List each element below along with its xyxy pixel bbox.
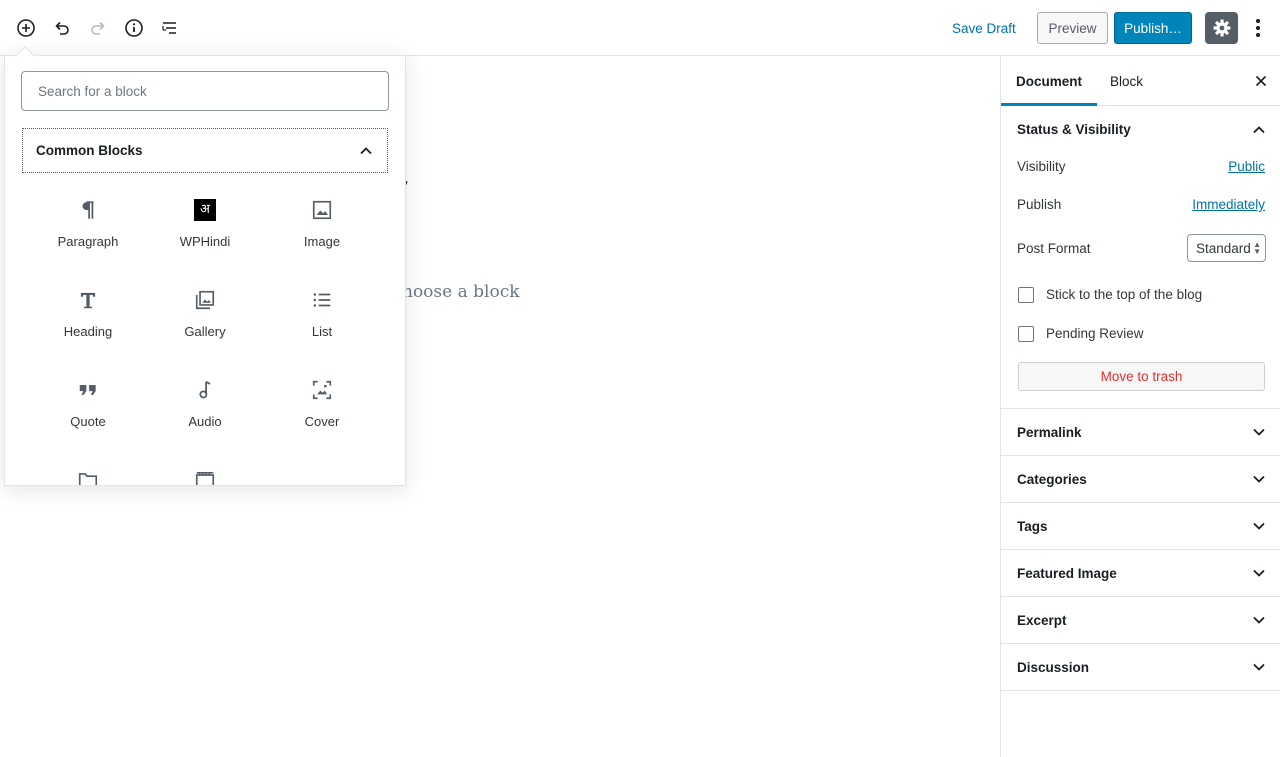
settings-button[interactable]: [1205, 12, 1238, 44]
block-navigation-icon[interactable]: [156, 14, 184, 42]
visibility-link[interactable]: Public: [1228, 159, 1265, 174]
image-icon: [267, 197, 377, 223]
tags-panel[interactable]: Tags: [1001, 503, 1280, 550]
gallery-icon: [150, 287, 260, 313]
block-cover[interactable]: Cover: [267, 371, 377, 447]
discussion-panel[interactable]: Discussion: [1001, 644, 1280, 691]
tags-title[interactable]: Tags: [1017, 519, 1048, 534]
undo-icon[interactable]: [48, 14, 76, 42]
visibility-label: Visibility: [1017, 159, 1066, 174]
cover-icon: [267, 377, 377, 403]
wphindi-glyph: अ: [194, 199, 216, 221]
video-icon: [150, 467, 260, 485]
block-label: Quote: [70, 414, 106, 429]
block-label: WPHindi: [179, 234, 231, 249]
chevron-up-icon: [360, 146, 372, 154]
block-audio[interactable]: Audio: [150, 371, 260, 447]
common-blocks-title: Common Blocks: [36, 143, 143, 158]
tab-block[interactable]: Block: [1095, 56, 1158, 106]
status-visibility-title[interactable]: Status & Visibility: [1017, 122, 1131, 137]
editor-header-toolbar: Save Draft Preview Publish…: [0, 0, 1280, 56]
redo-icon[interactable]: [84, 14, 112, 42]
featured-image-panel[interactable]: Featured Image: [1001, 550, 1280, 597]
block-quote[interactable]: Quote: [33, 371, 143, 447]
block-heading[interactable]: Heading: [33, 281, 143, 357]
chevron-down-icon[interactable]: [1251, 471, 1267, 487]
block-video[interactable]: [150, 461, 260, 485]
block-list[interactable]: List: [267, 281, 377, 357]
quote-icon: [33, 377, 143, 403]
preview-button[interactable]: Preview: [1037, 12, 1108, 44]
select-arrows-icon: ▲ ▼: [1253, 240, 1261, 256]
block-label: Image: [303, 234, 341, 249]
settings-sidebar: Document Block Status & Visibility Visib…: [1000, 56, 1280, 757]
block-file[interactable]: [33, 461, 143, 485]
post-format-value: Standard: [1196, 240, 1251, 256]
chevron-down-icon[interactable]: [1251, 565, 1267, 581]
excerpt-title[interactable]: Excerpt: [1017, 613, 1067, 628]
publish-button[interactable]: Publish…: [1114, 12, 1192, 44]
publish-date-link[interactable]: Immediately: [1192, 197, 1265, 212]
block-label: Audio: [188, 414, 222, 429]
publish-label: Publish: [1017, 197, 1062, 212]
block-paragraph[interactable]: Paragraph: [33, 191, 143, 267]
save-draft-button[interactable]: Save Draft: [944, 12, 1024, 44]
block-label: Gallery: [184, 324, 226, 339]
sidebar-tabs: Document Block: [1001, 56, 1280, 106]
tab-document[interactable]: Document: [1001, 56, 1098, 106]
block-label: Paragraph: [57, 234, 119, 249]
block-label: Heading: [63, 324, 113, 339]
post-format-label: Post Format: [1017, 241, 1091, 256]
sticky-checkbox[interactable]: [1018, 287, 1034, 303]
wphindi-icon: अ: [150, 197, 260, 223]
move-to-trash-button[interactable]: Move to trash: [1018, 362, 1265, 391]
chevron-up-icon[interactable]: [1251, 122, 1267, 138]
list-icon: [267, 287, 377, 313]
audio-icon: [150, 377, 260, 403]
heading-icon: [33, 287, 143, 313]
chevron-down-icon[interactable]: [1251, 424, 1267, 440]
common-blocks-panel-toggle[interactable]: Common Blocks: [22, 128, 388, 173]
permalink-panel[interactable]: Permalink: [1001, 409, 1280, 456]
paragraph-icon: [33, 197, 143, 223]
block-inserter-popover: Common Blocks Paragraph अ WPHindi Image …: [4, 55, 406, 486]
excerpt-panel[interactable]: Excerpt: [1001, 597, 1280, 644]
more-options-icon[interactable]: [1246, 12, 1270, 44]
pending-review-checkbox[interactable]: [1018, 326, 1034, 342]
block-label: List: [311, 324, 333, 339]
pending-review-label[interactable]: Pending Review: [1046, 326, 1144, 341]
sticky-label[interactable]: Stick to the top of the blog: [1046, 287, 1202, 302]
block-wphindi[interactable]: अ WPHindi: [150, 191, 260, 267]
block-placeholder-fragment[interactable]: hoose a block: [402, 282, 520, 302]
chevron-down-icon[interactable]: [1251, 612, 1267, 628]
add-block-icon[interactable]: [12, 14, 40, 42]
featured-image-title[interactable]: Featured Image: [1017, 566, 1117, 581]
block-image[interactable]: Image: [267, 191, 377, 267]
permalink-title[interactable]: Permalink: [1017, 425, 1082, 440]
gear-icon: [1213, 19, 1230, 37]
block-label: Cover: [304, 414, 340, 429]
post-format-select[interactable]: Standard ▲ ▼: [1187, 234, 1266, 262]
categories-title[interactable]: Categories: [1017, 472, 1087, 487]
info-icon[interactable]: [120, 14, 148, 42]
status-visibility-panel: Status & Visibility Visibility Public Pu…: [1001, 106, 1280, 409]
categories-panel[interactable]: Categories: [1001, 456, 1280, 503]
block-gallery[interactable]: Gallery: [150, 281, 260, 357]
chevron-down-icon[interactable]: [1251, 518, 1267, 534]
block-search-input[interactable]: [21, 71, 389, 111]
discussion-title[interactable]: Discussion: [1017, 660, 1089, 675]
close-icon[interactable]: [1251, 71, 1271, 91]
file-icon: [33, 467, 143, 485]
chevron-down-icon[interactable]: [1251, 659, 1267, 675]
